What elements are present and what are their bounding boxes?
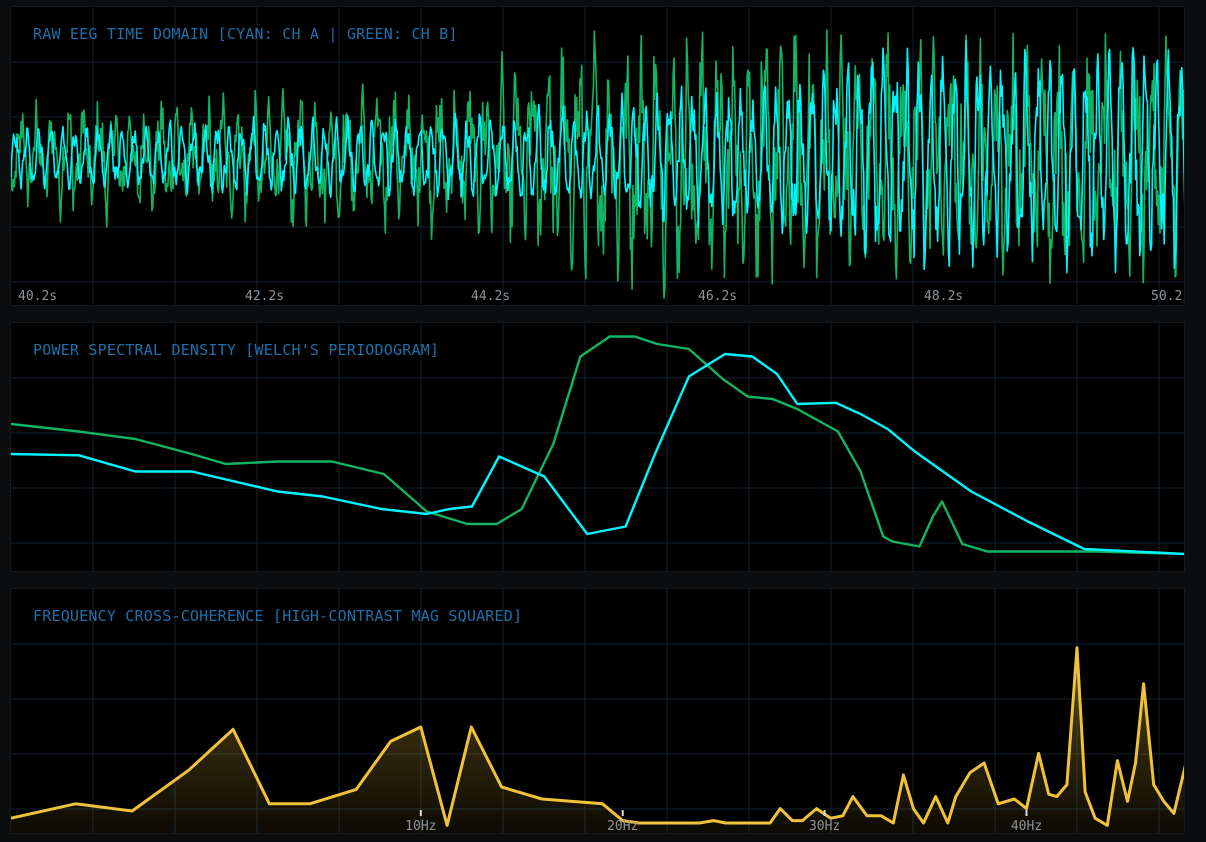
x-tick-label-0: 10Hz xyxy=(405,819,436,834)
psd-chart xyxy=(11,323,1184,571)
x-tick-label-2: 44.2s xyxy=(471,289,510,304)
coherence-title: FREQUENCY CROSS-COHERENCE [HIGH-CONTRAST… xyxy=(33,607,523,625)
x-tick-label-4: 48.2s xyxy=(924,289,963,304)
psd-title: POWER SPECTRAL DENSITY [WELCH'S PERIODOG… xyxy=(33,341,440,359)
x-tick-label-2: 30Hz xyxy=(809,819,840,834)
x-tick-label-3: 46.2s xyxy=(698,289,737,304)
x-tick-label-3: 40Hz xyxy=(1011,819,1042,834)
x-tick-label-5: 50.2 xyxy=(1151,289,1182,304)
series-ch-b-line xyxy=(11,29,1184,299)
x-tick-label-0: 40.2s xyxy=(18,289,57,304)
psd-panel: POWER SPECTRAL DENSITY [WELCH'S PERIODOG… xyxy=(10,322,1185,572)
psd-series-ch-a-line xyxy=(11,352,1184,556)
time-domain-title: RAW EEG TIME DOMAIN [CYAN: CH A | GREEN:… xyxy=(33,25,458,43)
coherence-area-fill xyxy=(11,647,1184,833)
time-domain-panel: 40.2s 42.2s 44.2s 46.2s 48.2s 50.2 RAW EEG TI… xyxy=(10,6,1185,306)
time-domain-chart: 40.2s 42.2s 44.2s 46.2s 48.2s 50.2 xyxy=(11,7,1184,305)
x-tick-label-1: 42.2s xyxy=(245,289,284,304)
coherence-panel: 10Hz 20Hz 30Hz 40Hz FREQUENCY CROSS-COHEREN… xyxy=(10,588,1185,834)
psd-series-ch-b-line xyxy=(11,335,1184,556)
x-tick-label-1: 20Hz xyxy=(607,819,638,834)
coherence-chart: 10Hz 20Hz 30Hz 40Hz xyxy=(11,589,1184,834)
